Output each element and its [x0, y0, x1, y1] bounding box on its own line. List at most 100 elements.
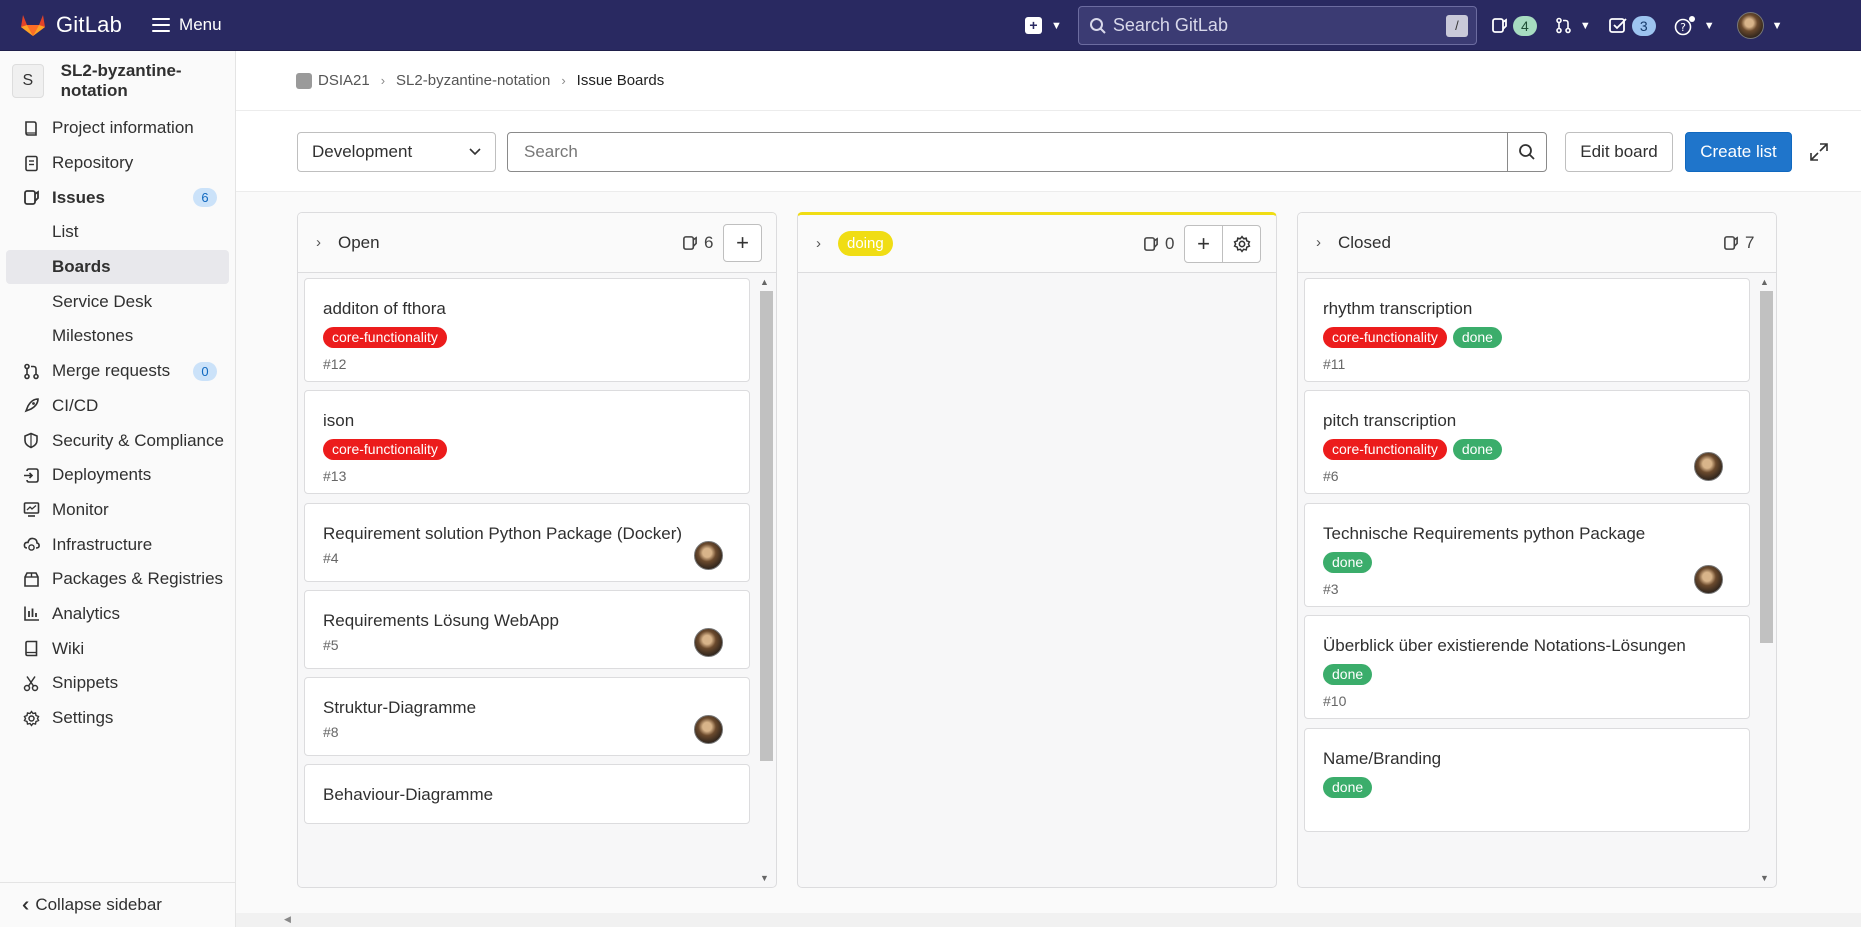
- sidebar-item-wiki[interactable]: Wiki: [0, 631, 235, 666]
- sidebar-item-issues[interactable]: Issues 6: [0, 180, 235, 215]
- label-done[interactable]: done: [1323, 664, 1373, 685]
- list-cards: additon of fthora core-functionality #12…: [298, 274, 776, 887]
- issue-card[interactable]: Technische Requirements python Package d…: [1304, 503, 1750, 607]
- gitlab-logo[interactable]: GitLab: [20, 12, 122, 38]
- label-core-functionality[interactable]: core-functionality: [1323, 327, 1447, 348]
- merge-requests-count-badge: 0: [193, 361, 217, 381]
- sidebar-item-security-compliance[interactable]: Security & Compliance: [0, 423, 235, 458]
- issue-card[interactable]: pitch transcription core-functionality d…: [1304, 390, 1750, 494]
- list-label-doing[interactable]: doing: [838, 231, 893, 256]
- scroll-down-icon[interactable]: ▼: [760, 873, 769, 883]
- issue-title[interactable]: Behaviour-Diagramme: [323, 785, 731, 805]
- scroll-down-icon[interactable]: ▼: [1760, 873, 1769, 883]
- scroll-up-icon[interactable]: ▲: [1760, 277, 1769, 287]
- label-done[interactable]: done: [1452, 327, 1502, 348]
- issue-title[interactable]: Struktur-Diagramme: [323, 698, 731, 718]
- issue-card[interactable]: ison core-functionality #13: [304, 390, 750, 494]
- sidebar-item-analytics[interactable]: Analytics: [0, 597, 235, 632]
- issue-card[interactable]: Überblick über existierende Notations-Lö…: [1304, 615, 1750, 719]
- menu-button[interactable]: Menu: [152, 15, 222, 35]
- issue-card[interactable]: Struktur-Diagramme #8: [304, 677, 750, 756]
- breadcrumb-project-link[interactable]: SL2-byzantine-notation: [396, 72, 550, 89]
- issue-card[interactable]: rhythm transcription core-functionality …: [1304, 278, 1750, 382]
- edit-board-button[interactable]: Edit board: [1565, 132, 1673, 172]
- horizontal-scrollbar[interactable]: ◀: [236, 913, 1861, 927]
- create-list-button[interactable]: Create list: [1685, 132, 1792, 172]
- sidebar-item-label: Issues: [52, 187, 105, 207]
- issue-title[interactable]: Requirement solution Python Package (Doc…: [323, 524, 731, 544]
- sidebar-item-repository[interactable]: Repository: [0, 146, 235, 181]
- sidebar-item-monitor[interactable]: Monitor: [0, 493, 235, 528]
- collapse-sidebar-button[interactable]: ‹‹ Collapse sidebar: [0, 882, 235, 927]
- label-core-functionality[interactable]: core-functionality: [1323, 439, 1447, 460]
- user-menu-button[interactable]: ▼: [1736, 12, 1783, 39]
- issue-title[interactable]: Requirements Lösung WebApp: [323, 611, 731, 631]
- sidebar-item-issues-list[interactable]: List: [0, 215, 235, 250]
- sidebar-item-project-information[interactable]: Project information: [0, 111, 235, 146]
- issue-id: #8: [323, 724, 339, 740]
- scroll-up-icon[interactable]: ▲: [760, 277, 769, 287]
- issue-id: #6: [1323, 468, 1339, 484]
- global-search-input[interactable]: Search GitLab /: [1077, 6, 1477, 45]
- sidebar-item-merge-requests[interactable]: Merge requests 0: [0, 354, 235, 389]
- board-search-input[interactable]: Search: [507, 132, 1547, 172]
- list-scrollbar[interactable]: ▲ ▼: [1758, 277, 1773, 883]
- issue-title[interactable]: Name/Branding: [1323, 749, 1731, 769]
- breadcrumb-group-link[interactable]: DSIA21: [318, 72, 370, 89]
- issue-card[interactable]: Requirement solution Python Package (Doc…: [304, 503, 750, 582]
- new-issue-button[interactable]: +: [1184, 225, 1223, 263]
- list-scrollbar[interactable]: ▲ ▼: [758, 277, 773, 883]
- sidebar-item-packages-registries[interactable]: Packages & Registries: [0, 562, 235, 597]
- sidebar-item-snippets[interactable]: Snippets: [0, 666, 235, 701]
- issue-card[interactable]: Behaviour-Diagramme: [304, 764, 750, 824]
- label-done[interactable]: done: [1323, 777, 1373, 798]
- list-settings-button[interactable]: [1222, 225, 1261, 263]
- issue-card[interactable]: Requirements Lösung WebApp #5: [304, 590, 750, 669]
- todos-nav-button[interactable]: 3: [1608, 15, 1656, 36]
- fullscreen-expand-icon[interactable]: [1809, 142, 1829, 162]
- new-dropdown-button[interactable]: + ▼: [1025, 17, 1062, 34]
- issue-card[interactable]: additon of fthora core-functionality #12: [304, 278, 750, 382]
- assignee-avatar[interactable]: [694, 628, 723, 657]
- label-done[interactable]: done: [1452, 439, 1502, 460]
- chevron-right-icon[interactable]: ›: [816, 235, 821, 252]
- merge-requests-nav-button[interactable]: ▼: [1555, 17, 1591, 34]
- label-done[interactable]: done: [1323, 552, 1373, 573]
- assignee-avatar[interactable]: [694, 715, 723, 744]
- issue-card[interactable]: Name/Branding done: [1304, 728, 1750, 832]
- board-list-closed: › Closed 7 rhythm transcription core-fun…: [1297, 212, 1777, 888]
- scrollbar-thumb[interactable]: [760, 291, 773, 761]
- issue-title[interactable]: Technische Requirements python Package: [1323, 524, 1731, 544]
- label-core-functionality[interactable]: core-functionality: [323, 439, 447, 460]
- label-core-functionality[interactable]: core-functionality: [323, 327, 447, 348]
- sidebar-item-label: Project information: [52, 118, 194, 138]
- sidebar-item-ci-cd[interactable]: CI/CD: [0, 389, 235, 424]
- sidebar-project-header[interactable]: S SL2-byzantine-notation: [0, 51, 235, 111]
- help-button[interactable]: ? ▼: [1674, 15, 1715, 36]
- chevron-right-icon[interactable]: ›: [316, 234, 321, 251]
- new-issue-button[interactable]: +: [723, 224, 762, 262]
- sidebar-item-infrastructure[interactable]: Infrastructure: [0, 527, 235, 562]
- issue-title[interactable]: Überblick über existierende Notations-Lö…: [1323, 636, 1731, 656]
- sidebar-item-label: Service Desk: [52, 291, 153, 311]
- sidebar-item-milestones[interactable]: Milestones: [0, 319, 235, 354]
- sidebar-item-settings[interactable]: Settings: [0, 701, 235, 736]
- breadcrumb-current[interactable]: Issue Boards: [577, 72, 665, 89]
- chevron-right-icon[interactable]: ›: [1316, 234, 1321, 251]
- issue-title[interactable]: rhythm transcription: [1323, 299, 1731, 319]
- issue-title[interactable]: ison: [323, 411, 731, 431]
- assignee-avatar[interactable]: [1694, 452, 1723, 481]
- board-search-button[interactable]: [1507, 133, 1546, 171]
- board-switcher-dropdown[interactable]: Development: [297, 132, 496, 172]
- issue-title[interactable]: additon of fthora: [323, 299, 731, 319]
- board-area: › Open 6 + additon of fthora core-functi…: [236, 192, 1861, 927]
- scroll-left-icon[interactable]: ◀: [284, 914, 291, 925]
- sidebar-item-boards[interactable]: Boards: [6, 249, 229, 285]
- issues-nav-button[interactable]: 4: [1491, 15, 1537, 36]
- assignee-avatar[interactable]: [1694, 565, 1723, 594]
- sidebar-item-service-desk[interactable]: Service Desk: [0, 284, 235, 319]
- scrollbar-thumb[interactable]: [1760, 291, 1773, 643]
- sidebar-item-deployments[interactable]: Deployments: [0, 458, 235, 493]
- issue-title[interactable]: pitch transcription: [1323, 411, 1731, 431]
- assignee-avatar[interactable]: [694, 541, 723, 570]
